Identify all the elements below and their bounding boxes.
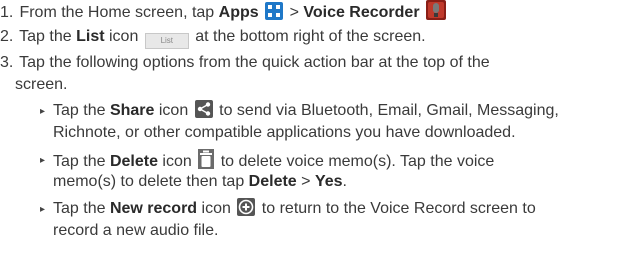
- apps-grid-icon: [265, 2, 284, 27]
- apps-label: Apps: [218, 4, 259, 21]
- separator: >: [289, 4, 299, 21]
- voice-recorder-label: Voice Recorder: [303, 4, 420, 21]
- step-text: screen.: [15, 76, 68, 93]
- period: .: [342, 173, 347, 190]
- step-3: 3. Tap the following options from the qu…: [0, 52, 490, 74]
- bullet-text: to return to the Voice Record screen to: [261, 200, 536, 217]
- bullet-marker: ▸: [40, 155, 46, 166]
- bullet-text: Richnote, or other compatible applicatio…: [53, 124, 516, 141]
- bullet-text: to delete voice memo(s). Tap the voice: [220, 153, 495, 170]
- step-text: Tap the following options from the quick…: [19, 54, 490, 71]
- share-label: Share: [109, 102, 155, 119]
- bullet-text: icon: [201, 200, 231, 217]
- step-1: 1. From the Home screen, tap Apps > Voic…: [0, 0, 448, 27]
- list-icon-label: List: [144, 33, 189, 49]
- step-number: 3.: [0, 54, 14, 71]
- delete-action-label: Delete: [248, 173, 297, 190]
- bullet-marker: ▸: [40, 106, 46, 117]
- list-label: List: [76, 28, 105, 45]
- bullet-share-continued: Richnote, or other compatible applicatio…: [53, 122, 516, 144]
- delete-label: Delete: [109, 153, 158, 170]
- instructions-page: 1. From the Home screen, tap Apps > Voic…: [0, 0, 638, 267]
- bullet-text: icon: [158, 102, 189, 119]
- list-icon: List: [144, 28, 189, 50]
- bullet-new-record-continued: record a new audio file.: [53, 220, 218, 242]
- bullet-text: Tap the: [53, 102, 106, 119]
- step-number: 2.: [0, 28, 14, 45]
- bullet-text: to send via Bluetooth, Email, Gmail, Mes…: [219, 102, 559, 119]
- bullet-marker: ▸: [40, 204, 46, 215]
- bullet-delete-continued: memo(s) to delete then tap Delete > Yes.: [53, 171, 347, 193]
- step-text: icon: [109, 28, 139, 45]
- bullet-text: memo(s) to delete then tap: [53, 173, 245, 190]
- bullet-text: Tap the: [53, 200, 106, 217]
- step-text: at the bottom right of the screen.: [195, 28, 426, 45]
- bullet-text: icon: [162, 153, 192, 170]
- step-text: Tap the: [19, 28, 72, 45]
- bullet-text: record a new audio file.: [53, 222, 219, 239]
- step-text: From the Home screen, tap: [19, 4, 215, 21]
- step-3-continued: screen.: [15, 74, 67, 96]
- new-record-label: New record: [109, 200, 198, 217]
- bullet-text: Tap the: [53, 153, 106, 170]
- step-2: 2. Tap the List icon List at the bottom …: [0, 26, 426, 50]
- separator: >: [301, 173, 311, 190]
- voice-recorder-icon: [426, 0, 447, 27]
- step-number: 1.: [0, 4, 14, 21]
- plus-circle-icon: [237, 198, 256, 223]
- yes-label: Yes: [314, 173, 343, 190]
